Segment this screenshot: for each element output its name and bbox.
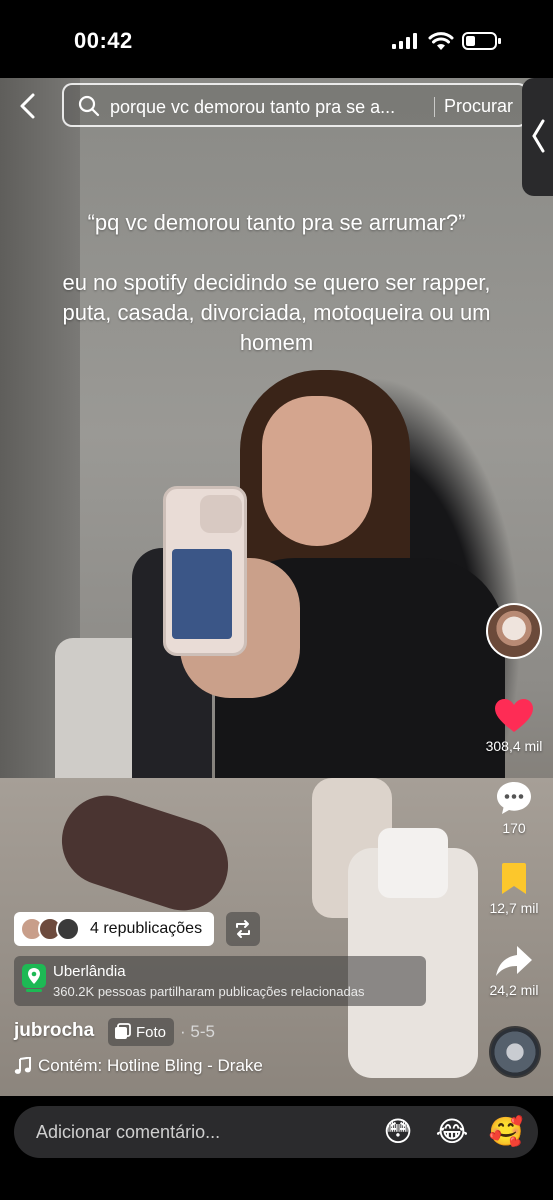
emoji-laughing-button[interactable]: 😂: [432, 1112, 472, 1152]
comment-bar: Adicionar comentário... 😳 😂 🥰: [0, 1096, 553, 1200]
status-bar: 00:42: [0, 0, 553, 78]
emoji-flushed-button[interactable]: 😳: [378, 1112, 418, 1152]
republications-label: 4 republicações: [90, 920, 203, 937]
music-note-icon: [14, 1057, 31, 1074]
like-count: 308,4 mil: [485, 738, 543, 754]
location-subtitle: 360.2K pessoas partilharam publicações r…: [53, 984, 365, 999]
post-type-badge: Foto: [108, 1018, 175, 1046]
status-time: 00:42: [74, 28, 133, 53]
avatar: [56, 917, 80, 941]
search-button[interactable]: Procurar: [444, 96, 513, 117]
location-name: Uberlândia: [53, 963, 126, 980]
author-avatar[interactable]: [486, 603, 542, 659]
emoji-hearts-button[interactable]: 🥰: [486, 1112, 526, 1152]
repost-icon: [236, 920, 250, 938]
wifi-icon: [428, 32, 454, 50]
location-pin-icon: [22, 964, 46, 992]
republisher-avatars: [20, 917, 80, 941]
back-icon[interactable]: [16, 92, 40, 120]
chevron-left-icon: [532, 119, 545, 153]
search-input[interactable]: porque vc demorou tanto pra se a...: [110, 97, 432, 118]
comment-icon: [497, 782, 531, 814]
side-panel-tab[interactable]: [522, 78, 553, 196]
music-disc-icon[interactable]: [489, 1026, 541, 1078]
heart-icon: [495, 699, 533, 732]
comment-button[interactable]: 170: [479, 780, 549, 836]
phone-shape: [163, 486, 247, 656]
like-button[interactable]: 308,4 mil: [479, 698, 549, 754]
phone-camera-shape: [200, 495, 242, 533]
photo-icon: [115, 1023, 131, 1039]
phone-card-shape: [172, 549, 232, 639]
repost-button[interactable]: [226, 912, 260, 946]
post-type-label: Foto: [136, 1023, 167, 1041]
spray-head-shape: [378, 828, 448, 898]
comment-input[interactable]: Adicionar comentário... 😳 😂 🥰: [14, 1106, 538, 1158]
face-shape: [262, 396, 372, 546]
location-card[interactable]: Uberlândia 360.2K pessoas partilharam pu…: [14, 956, 426, 1006]
post-date: · 5-5: [180, 1022, 215, 1041]
author-username[interactable]: jubrocha: [14, 1020, 94, 1042]
save-button[interactable]: 12,7 mil: [479, 862, 549, 916]
search-icon: [78, 95, 100, 117]
search-divider: [434, 97, 435, 117]
comment-placeholder: Adicionar comentário...: [36, 1122, 221, 1142]
search-bar[interactable]: porque vc demorou tanto pra se a... Proc…: [62, 83, 528, 127]
cellular-signal-icon: [392, 33, 417, 49]
caption-line-1: “pq vc demorou tanto pra se arrumar?”: [87, 210, 466, 235]
bookmark-icon: [502, 863, 526, 894]
share-button[interactable]: 24,2 mil: [479, 944, 549, 998]
battery-icon: [462, 32, 501, 50]
caption-line-2: eu no spotify decidindo se quero ser rap…: [62, 270, 491, 355]
save-count: 12,7 mil: [489, 900, 539, 916]
republications-pill[interactable]: 4 republicações: [14, 912, 215, 946]
music-title: Contém: Hotline Bling - Drake: [38, 1056, 263, 1075]
comment-count: 170: [502, 820, 526, 836]
share-icon: [496, 946, 532, 976]
share-count: 24,2 mil: [489, 982, 539, 998]
music-row[interactable]: Contém: Hotline Bling - Drake: [14, 1056, 263, 1076]
